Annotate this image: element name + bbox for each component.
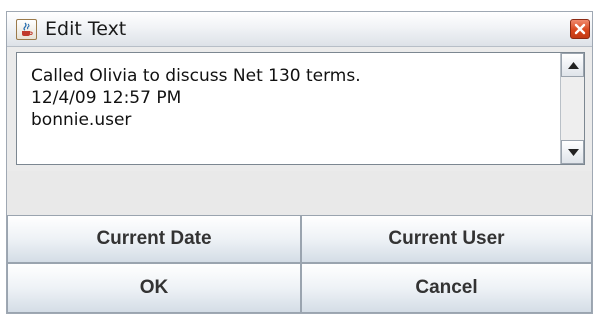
edit-text-dialog: Edit Text Called Olivia to discuss Net 1… (6, 11, 593, 314)
note-text-area[interactable]: Called Olivia to discuss Net 130 terms. … (17, 53, 560, 164)
cancel-button[interactable]: Cancel (301, 263, 592, 313)
current-user-button[interactable]: Current User (301, 215, 592, 263)
text-line: 12/4/09 12:57 PM (31, 88, 182, 108)
ok-button[interactable]: OK (7, 263, 301, 313)
text-line: Called Olivia to discuss Net 130 terms. (31, 66, 361, 86)
java-cup-icon (16, 19, 37, 40)
title-bar[interactable]: Edit Text (7, 12, 592, 47)
current-date-button[interactable]: Current Date (7, 215, 301, 263)
scroll-up-arrow-icon (568, 62, 579, 69)
scroll-up-button[interactable] (561, 53, 584, 77)
vertical-scrollbar[interactable] (560, 53, 584, 164)
close-icon (574, 23, 586, 35)
close-button[interactable] (570, 19, 590, 39)
scroll-down-button[interactable] (561, 140, 584, 164)
window-title: Edit Text (45, 18, 127, 40)
text-line: bonnie.user (31, 110, 132, 130)
scroll-down-arrow-icon (568, 149, 579, 156)
text-area-container: Called Olivia to discuss Net 130 terms. … (16, 52, 585, 165)
empty-panel (7, 171, 592, 215)
